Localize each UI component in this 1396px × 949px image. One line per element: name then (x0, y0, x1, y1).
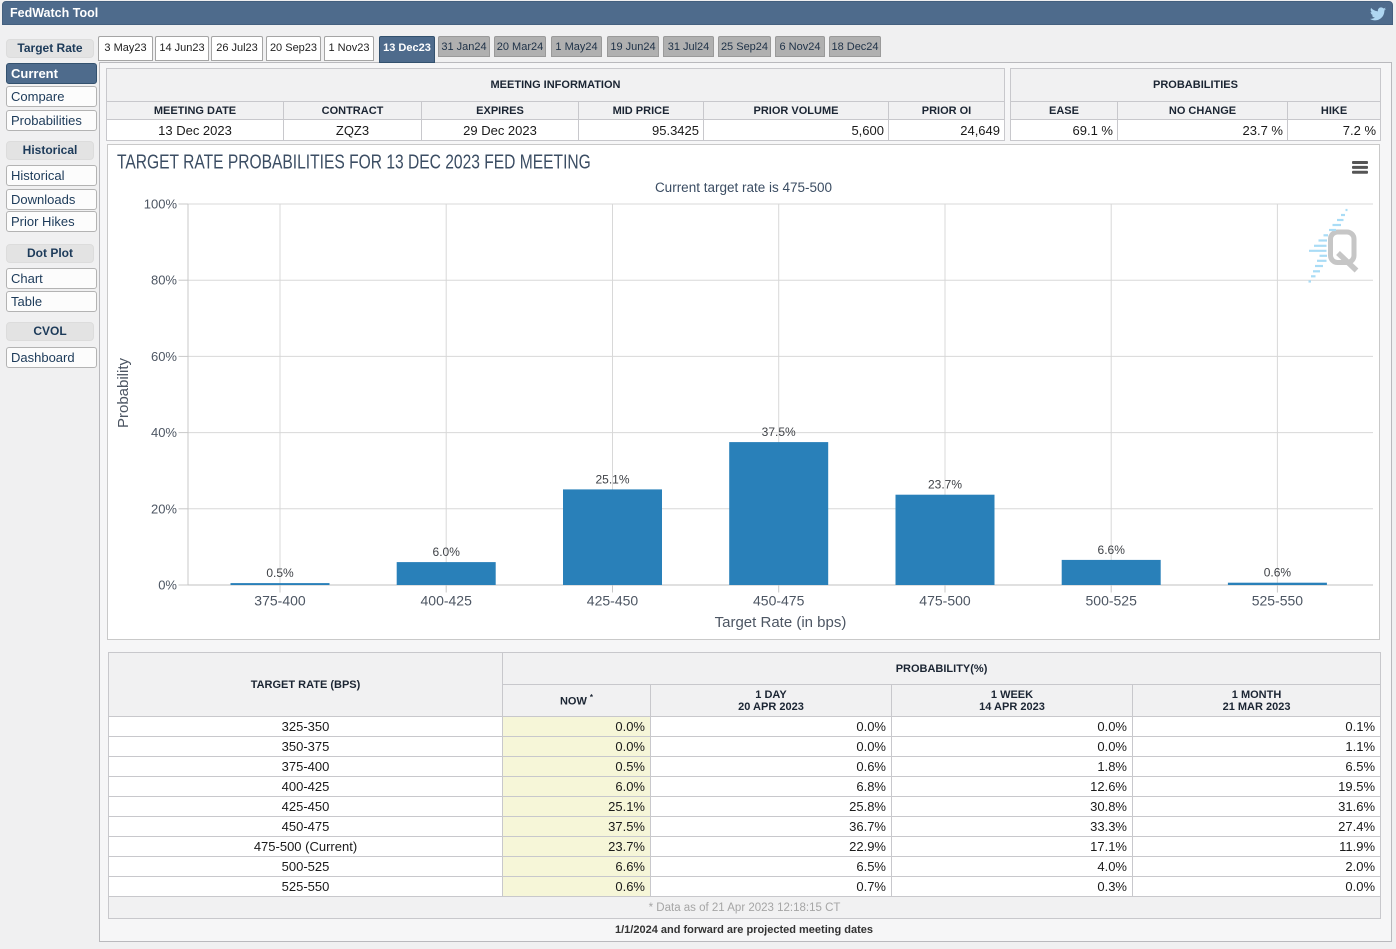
svg-text:20%: 20% (151, 501, 177, 516)
svg-text:0.6%: 0.6% (1264, 566, 1292, 580)
svg-text:425-450: 425-450 (587, 593, 639, 609)
svg-text:37.5%: 37.5% (762, 425, 796, 439)
svg-text:Current target rate is 475-500: Current target rate is 475-500 (655, 180, 832, 195)
svg-text:TARGET RATE PROBABILITIES FOR: TARGET RATE PROBABILITIES FOR 13 DEC 202… (117, 151, 591, 173)
svg-text:60%: 60% (151, 349, 177, 364)
svg-text:450-475: 450-475 (753, 593, 805, 609)
svg-text:100%: 100% (144, 197, 178, 212)
svg-text:25.1%: 25.1% (595, 472, 629, 486)
svg-text:40%: 40% (151, 425, 177, 440)
svg-text:0.5%: 0.5% (266, 566, 294, 580)
svg-text:23.7%: 23.7% (928, 478, 962, 492)
svg-text:6.0%: 6.0% (433, 545, 461, 559)
svg-text:525-550: 525-550 (1252, 593, 1304, 609)
svg-text:375-400: 375-400 (254, 593, 306, 609)
svg-text:Target Rate (in bps): Target Rate (in bps) (715, 614, 847, 631)
svg-text:Probability: Probability (115, 357, 132, 428)
svg-text:475-500: 475-500 (919, 593, 971, 609)
svg-text:80%: 80% (151, 273, 177, 288)
svg-text:0%: 0% (158, 578, 177, 593)
svg-text:500-525: 500-525 (1086, 593, 1138, 609)
svg-text:6.6%: 6.6% (1098, 543, 1126, 557)
svg-text:400-425: 400-425 (421, 593, 473, 609)
